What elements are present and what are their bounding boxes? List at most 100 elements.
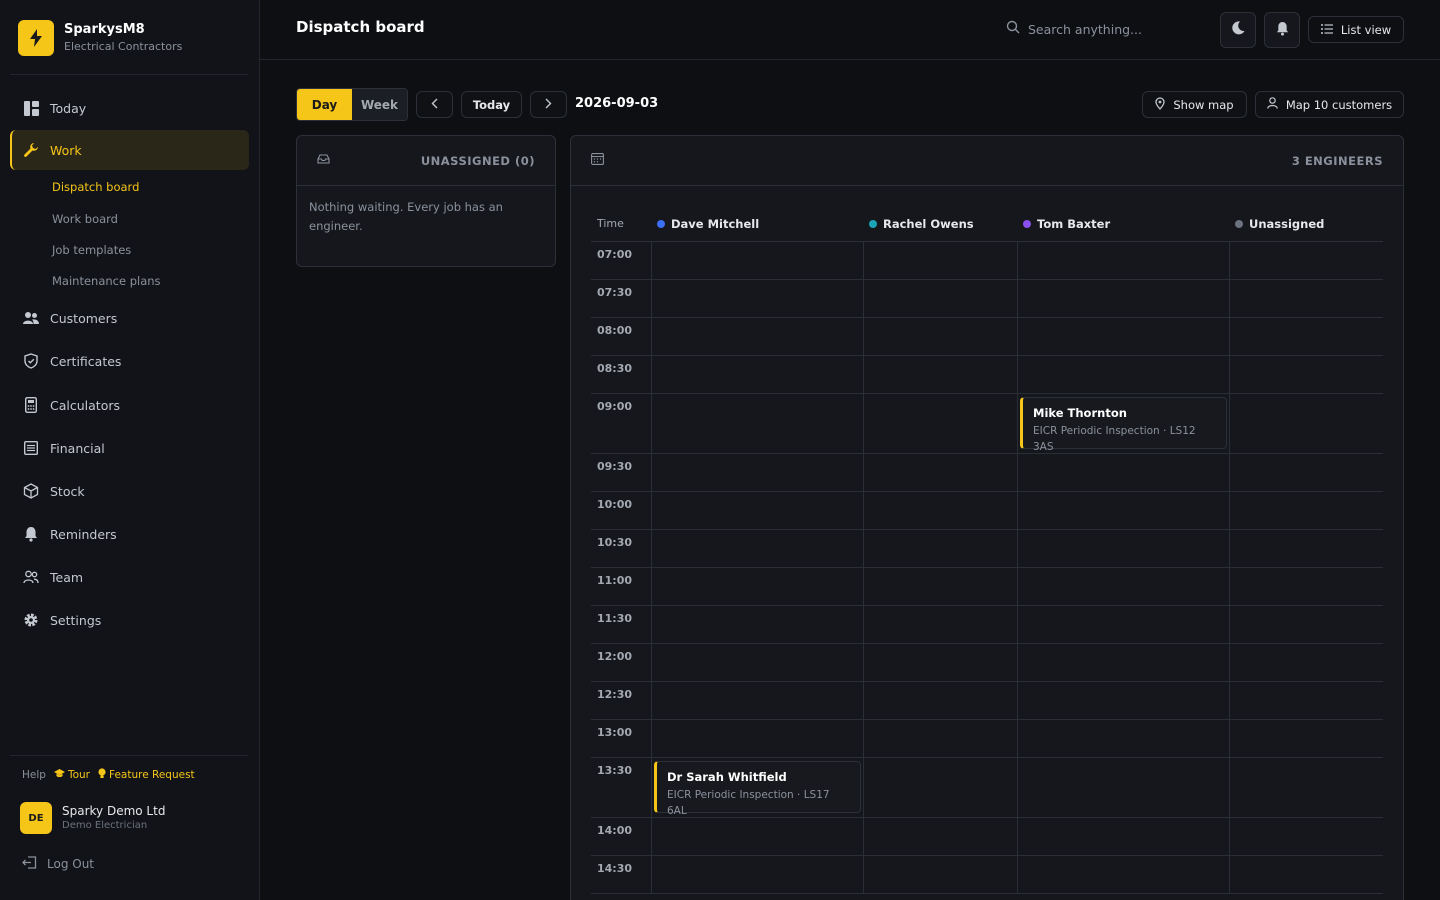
- engineer-color-dot: [657, 219, 665, 228]
- unassigned-title: UNASSIGNED (0): [420, 153, 535, 168]
- gear-icon: [22, 611, 40, 629]
- lightbulb-icon: [98, 768, 106, 782]
- sidebar-item-label: Work: [50, 142, 82, 158]
- time-slot-row: 12:30: [591, 682, 1383, 720]
- sidebar-item-label: Certificates: [50, 353, 122, 369]
- next-day-button[interactable]: [530, 91, 567, 118]
- brand[interactable]: SparkysM8 Electrical Contractors: [18, 20, 182, 56]
- calendar-icon: [591, 152, 604, 169]
- sidebar-subitem-work-board[interactable]: Work board: [52, 209, 118, 229]
- job-detail: EICR Periodic Inspection · LS12 3AS: [1033, 425, 1196, 453]
- column-divider: [863, 242, 864, 894]
- sidebar-item-financial[interactable]: Financial: [10, 428, 249, 468]
- sidebar-item-label: Calculators: [50, 397, 120, 413]
- help-label: Help: [22, 769, 46, 781]
- show-map-button[interactable]: Show map: [1142, 91, 1247, 118]
- time-label: 08:30: [597, 362, 633, 375]
- user-icon: [1267, 97, 1278, 112]
- job-card[interactable]: Mike Thornton EICR Periodic Inspection · …: [1020, 397, 1227, 453]
- sidebar-item-label: Financial: [50, 440, 105, 456]
- list-view-button[interactable]: List view: [1308, 16, 1404, 43]
- sidebar-subitem-dispatch-board[interactable]: Dispatch board: [52, 177, 139, 197]
- time-label: 09:00: [597, 400, 633, 413]
- sidebar-item-label: Reminders: [50, 526, 117, 542]
- account-menu[interactable]: DE Sparky Demo Ltd Demo Electrician: [20, 802, 165, 834]
- time-slot-row: 08:30: [591, 356, 1383, 394]
- theme-toggle-button[interactable]: [1220, 12, 1256, 48]
- shield-check-icon: [22, 352, 40, 370]
- unassigned-panel: UNASSIGNED (0) Nothing waiting. Every jo…: [296, 135, 556, 267]
- box-icon: [22, 482, 40, 500]
- chevron-right-icon: [545, 98, 552, 112]
- bell-icon: [22, 525, 40, 543]
- time-slot-row: 14:30: [591, 856, 1383, 894]
- sidebar-subitem-maintenance-plans[interactable]: Maintenance plans: [52, 271, 161, 291]
- chevron-left-icon: [431, 98, 438, 112]
- week-tab[interactable]: Week: [352, 89, 407, 120]
- brand-subtitle: Electrical Contractors: [64, 40, 183, 53]
- unassigned-empty-message: Nothing waiting. Every job has an engine…: [309, 200, 503, 233]
- time-label: 10:30: [597, 536, 633, 549]
- column-header-unassigned[interactable]: Unassigned: [1235, 206, 1324, 241]
- lightning-bolt-icon: [18, 20, 54, 56]
- engineer-color-dot: [869, 219, 877, 228]
- sidebar-item-certificates[interactable]: Certificates: [10, 341, 249, 381]
- page-title: Dispatch board: [296, 18, 425, 36]
- time-slot-row: 07:00: [591, 242, 1383, 280]
- today-button[interactable]: Today: [461, 91, 522, 118]
- sidebar-item-reminders[interactable]: Reminders: [10, 514, 249, 554]
- time-label: 11:30: [597, 612, 633, 625]
- logout-icon: [22, 856, 37, 872]
- engineer-color-dot: [1023, 219, 1031, 228]
- sidebar-item-today[interactable]: Today: [10, 88, 249, 128]
- sidebar-item-label: Team: [50, 569, 84, 585]
- column-divider: [1229, 242, 1230, 894]
- sidebar-item-stock[interactable]: Stock: [10, 471, 249, 511]
- column-header-engineer[interactable]: Dave Mitchell: [657, 206, 759, 241]
- account-role: Demo Electrician: [62, 820, 148, 831]
- time-label: 13:00: [597, 726, 633, 739]
- logout-button[interactable]: Log Out: [22, 856, 94, 872]
- notifications-button[interactable]: [1264, 12, 1300, 48]
- time-label: 12:30: [597, 688, 633, 701]
- sidebar-divider: [10, 755, 248, 756]
- sidebar-item-calculators[interactable]: Calculators: [10, 385, 249, 425]
- time-slot-row: 10:00: [591, 492, 1383, 530]
- sidebar: SparkysM8 Electrical Contractors Today W…: [0, 0, 260, 900]
- search-icon: [1006, 20, 1020, 38]
- time-label: 14:30: [597, 862, 633, 875]
- time-slot-row: 09:00: [591, 394, 1383, 454]
- job-card[interactable]: Dr Sarah Whitfield EICR Periodic Inspecti…: [654, 761, 861, 817]
- column-header-engineer[interactable]: Tom Baxter: [1023, 206, 1110, 241]
- time-slot-row: 09:30: [591, 454, 1383, 492]
- sidebar-item-team[interactable]: Team: [10, 557, 249, 597]
- time-label: 10:00: [597, 498, 633, 511]
- sidebar-item-settings[interactable]: Settings: [10, 600, 249, 640]
- team-icon: [22, 568, 40, 586]
- previous-day-button[interactable]: [416, 91, 453, 118]
- search-input[interactable]: [1028, 21, 1198, 37]
- search-bar[interactable]: [1006, 18, 1206, 40]
- time-slot-row: 13:00: [591, 720, 1383, 758]
- tour-link[interactable]: Tour: [53, 769, 90, 781]
- inbox-icon: [317, 153, 330, 168]
- map-customers-button[interactable]: Map 10 customers: [1255, 91, 1404, 118]
- job-customer-name: Dr Sarah Whitfield: [667, 770, 787, 784]
- sidebar-subitem-job-templates[interactable]: Job templates: [52, 240, 131, 260]
- sidebar-item-label: Settings: [50, 612, 102, 628]
- feature-request-link[interactable]: Feature Request: [98, 768, 195, 782]
- day-tab[interactable]: Day: [297, 89, 352, 120]
- sidebar-item-work[interactable]: Work: [10, 130, 249, 170]
- top-header: Dispatch board List view: [260, 0, 1440, 60]
- sidebar-item-customers[interactable]: Customers: [10, 298, 249, 338]
- time-label: 12:00: [597, 650, 633, 663]
- job-customer-name: Mike Thornton: [1033, 406, 1127, 420]
- day-week-toggle: Day Week: [296, 88, 408, 121]
- time-slot-row: 08:00: [591, 318, 1383, 356]
- time-label: 07:00: [597, 248, 633, 261]
- column-header-engineer[interactable]: Rachel Owens: [869, 206, 974, 241]
- current-date: 2026-09-03: [575, 96, 659, 111]
- sidebar-item-label: Customers: [50, 310, 118, 326]
- column-divider: [1017, 242, 1018, 894]
- brand-name: SparkysM8: [64, 22, 145, 37]
